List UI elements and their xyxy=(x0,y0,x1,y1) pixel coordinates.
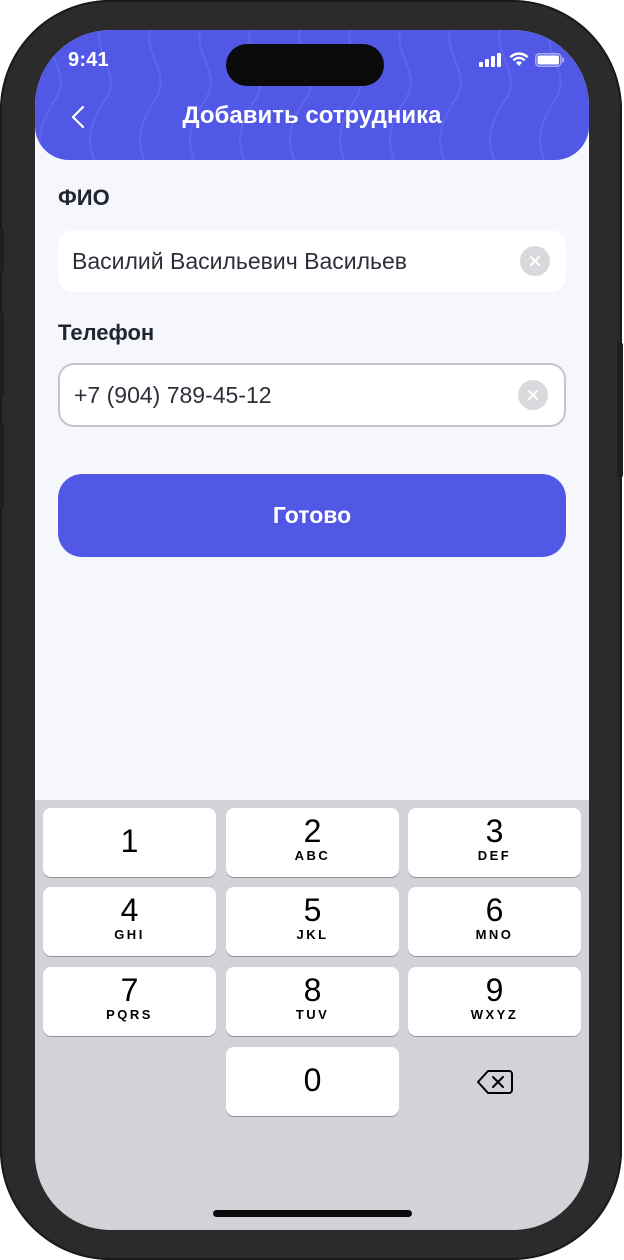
volume-down-button xyxy=(0,422,4,508)
key-0[interactable]: 0 xyxy=(226,1047,399,1116)
key-digit: 4 xyxy=(120,892,139,928)
silent-switch xyxy=(0,228,4,272)
key-6[interactable]: 6 MNO xyxy=(408,887,581,956)
clear-circle-icon xyxy=(528,390,538,400)
key-letters: ABC xyxy=(294,848,331,863)
status-icons xyxy=(479,52,565,67)
key-digit: 2 xyxy=(303,813,322,849)
key-8[interactable]: 8 TUV xyxy=(226,967,399,1036)
name-label: ФИО xyxy=(58,185,110,210)
key-digit: 5 xyxy=(303,892,322,928)
key-digit: 9 xyxy=(485,972,504,1008)
header: 9:41 Добавить сотрудника xyxy=(35,30,589,160)
key-letters: PQRS xyxy=(106,1007,153,1022)
key-letters: MNO xyxy=(475,927,514,942)
clear-name-button[interactable] xyxy=(520,246,550,276)
key-digit: 7 xyxy=(120,972,139,1008)
dynamic-island xyxy=(226,44,384,86)
battery-icon xyxy=(535,52,564,67)
key-9[interactable]: 9 WXYZ xyxy=(408,967,581,1036)
key-digit: 8 xyxy=(303,972,322,1008)
key-5[interactable]: 5 JKL xyxy=(226,887,399,956)
key-3[interactable]: 3 DEF xyxy=(408,808,581,877)
name-field[interactable] xyxy=(58,230,566,292)
key-letters: WXYZ xyxy=(470,1007,519,1022)
screen: 9:41 Добавить сотрудника ФИО Василий Вас… xyxy=(35,30,589,1230)
clear-circle-icon xyxy=(530,256,540,266)
done-button[interactable]: Готово xyxy=(58,474,566,557)
key-digit: 6 xyxy=(485,892,504,928)
phone-input[interactable] xyxy=(74,365,494,425)
phone-field[interactable] xyxy=(58,363,566,427)
key-digit: 0 xyxy=(303,1062,322,1098)
phone-label: Телефон xyxy=(58,320,155,345)
key-letters: TUV xyxy=(295,1007,330,1022)
key-4[interactable]: 4 GHI xyxy=(43,887,216,956)
key-digit: 3 xyxy=(485,813,504,849)
key-letters: GHI xyxy=(114,927,145,942)
volume-up-button xyxy=(0,312,4,398)
wifi-icon xyxy=(509,52,529,66)
key-2[interactable]: 2 ABC xyxy=(226,808,399,877)
phone-frame: 9:41 Добавить сотрудника ФИО Василий Вас… xyxy=(0,0,623,1260)
key-letters: JKL xyxy=(296,927,329,942)
power-button xyxy=(617,342,623,478)
clear-phone-button[interactable] xyxy=(518,380,548,410)
backspace-icon xyxy=(476,1069,513,1094)
page-title: Добавить сотрудника xyxy=(182,102,442,129)
home-indicator xyxy=(213,1210,412,1217)
numeric-keypad: 1 2 ABC 3 DEF 4 GHI 5 JKL 6 MNO 7 PQRS 8… xyxy=(35,800,589,1230)
name-input[interactable] xyxy=(72,230,492,292)
status-time: 9:41 xyxy=(68,49,109,71)
cellular-signal-icon xyxy=(479,52,501,67)
key-7[interactable]: 7 PQRS xyxy=(43,967,216,1036)
key-digit: 1 xyxy=(120,823,139,859)
key-letters: DEF xyxy=(477,848,512,863)
key-1[interactable]: 1 xyxy=(43,808,216,877)
backspace-button[interactable] xyxy=(408,1047,581,1116)
